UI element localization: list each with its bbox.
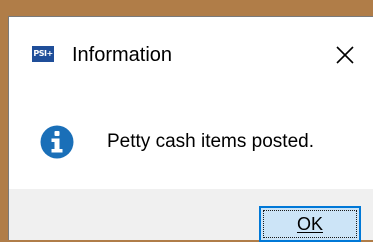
app-logo-icon: PSI+: [32, 46, 54, 62]
info-icon: [40, 125, 74, 159]
dialog-title: Information: [72, 44, 173, 66]
information-dialog: PSI+ Information Petty cash items posted…: [8, 16, 373, 242]
close-icon: [336, 46, 354, 64]
ok-button[interactable]: OK: [259, 206, 361, 242]
close-button[interactable]: [331, 41, 359, 69]
message-text: Petty cash items posted.: [107, 131, 314, 152]
message-area: Petty cash items posted.: [9, 83, 373, 189]
title-bar: PSI+ Information: [9, 17, 373, 83]
